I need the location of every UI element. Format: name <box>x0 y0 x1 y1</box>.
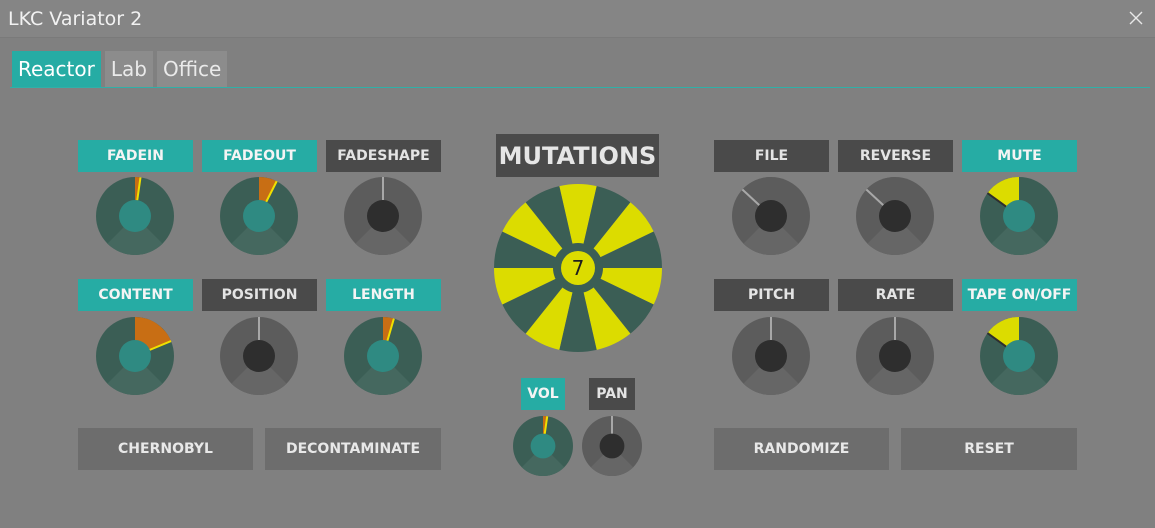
vol-knob-core <box>530 433 556 459</box>
vol-knob[interactable] <box>512 415 574 477</box>
mute-label[interactable]: MUTE <box>962 140 1077 172</box>
mute-knob-core <box>1003 200 1035 232</box>
tab-office[interactable]: Office <box>156 51 228 87</box>
fadeshape-knob-core <box>367 200 399 232</box>
content-knob[interactable] <box>95 316 175 396</box>
tab-reactor[interactable]: Reactor <box>12 51 101 87</box>
fadeout-label[interactable]: FADEOUT <box>202 140 317 172</box>
file-label[interactable]: FILE <box>714 140 829 172</box>
fadeshape-knob[interactable] <box>343 176 423 256</box>
tab-underline <box>10 87 1150 88</box>
tab-lab[interactable]: Lab <box>104 51 153 87</box>
mute-knob[interactable] <box>979 176 1059 256</box>
position-knob-core <box>243 340 275 372</box>
content-label[interactable]: CONTENT <box>78 279 193 311</box>
pitch-knob-core <box>755 340 787 372</box>
fadeshape-label[interactable]: FADESHAPE <box>326 140 441 172</box>
reset-button[interactable]: RESET <box>901 428 1077 470</box>
vol-label[interactable]: VOL <box>521 378 565 410</box>
position-label[interactable]: POSITION <box>202 279 317 311</box>
fadein-label[interactable]: FADEIN <box>78 140 193 172</box>
fadein-knob[interactable] <box>95 176 175 256</box>
fadeout-knob[interactable] <box>219 176 299 256</box>
fadeout-knob-core <box>243 200 275 232</box>
pan-knob[interactable] <box>581 415 643 477</box>
chernobyl-button[interactable]: CHERNOBYL <box>78 428 253 470</box>
pan-label[interactable]: PAN <box>589 378 635 410</box>
reverse-knob[interactable] <box>855 176 935 256</box>
file-knob[interactable] <box>731 176 811 256</box>
content-knob-core <box>119 340 151 372</box>
tape-onoff-label[interactable]: TAPE ON/OFF <box>962 279 1077 311</box>
mutations-wheel[interactable]: 7 <box>493 183 663 353</box>
pan-knob-core <box>599 433 625 459</box>
fadein-knob-core <box>119 200 151 232</box>
tape-onoff-knob[interactable] <box>979 316 1059 396</box>
window-title: LKC Variator 2 <box>8 8 143 30</box>
mutations-value: 7 <box>572 256 585 280</box>
pitch-label[interactable]: PITCH <box>714 279 829 311</box>
tape-knob-core <box>1003 340 1035 372</box>
length-label[interactable]: LENGTH <box>326 279 441 311</box>
pitch-knob[interactable] <box>731 316 811 396</box>
title-bar[interactable]: LKC Variator 2 <box>0 0 1155 38</box>
reverse-knob-core <box>879 200 911 232</box>
length-knob-core <box>367 340 399 372</box>
tab-bar: Reactor Lab Office <box>12 51 228 87</box>
reverse-label[interactable]: REVERSE <box>838 140 953 172</box>
close-icon[interactable] <box>1123 5 1149 31</box>
rate-label[interactable]: RATE <box>838 279 953 311</box>
randomize-button[interactable]: RANDOMIZE <box>714 428 889 470</box>
position-knob[interactable] <box>219 316 299 396</box>
rate-knob-core <box>879 340 911 372</box>
length-knob[interactable] <box>343 316 423 396</box>
rate-knob[interactable] <box>855 316 935 396</box>
file-knob-core <box>755 200 787 232</box>
mutations-title: MUTATIONS <box>496 134 659 177</box>
decontaminate-button[interactable]: DECONTAMINATE <box>265 428 441 470</box>
